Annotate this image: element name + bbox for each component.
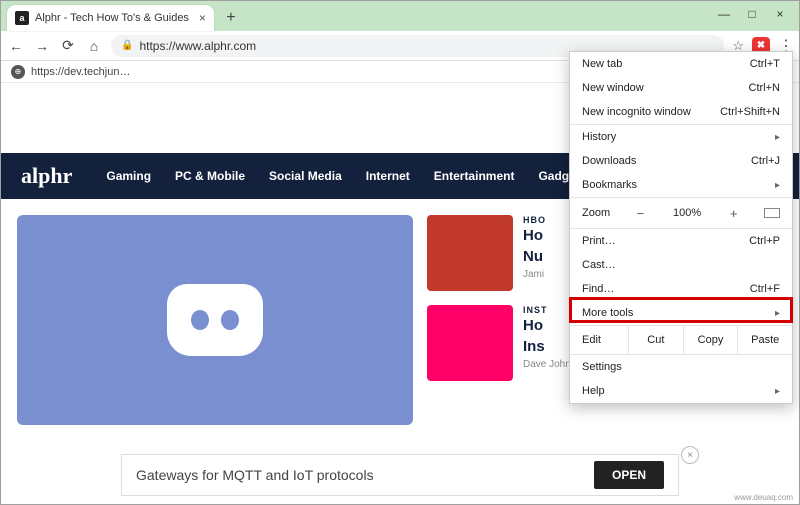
menu-new-window[interactable]: New windowCtrl+N	[570, 76, 792, 100]
menu-help[interactable]: Help▸	[570, 379, 792, 403]
hero-article[interactable]	[17, 215, 413, 425]
edit-label: Edit	[570, 334, 628, 346]
tab-close-icon[interactable]: ×	[199, 11, 206, 25]
copy-button[interactable]: Copy	[683, 326, 738, 354]
zoom-label: Zoom	[582, 207, 610, 219]
menu-zoom-row: Zoom − 100% +	[570, 198, 792, 228]
menu-more-tools[interactable]: More tools▸	[570, 301, 792, 325]
submenu-arrow-icon: ▸	[775, 132, 780, 143]
nav-item[interactable]: Social Media	[269, 169, 342, 183]
reload-button[interactable]: ⟳	[59, 37, 77, 55]
menu-print[interactable]: Print…Ctrl+P	[570, 229, 792, 253]
article-title: Nu	[523, 248, 546, 267]
zoom-in-button[interactable]: +	[726, 206, 742, 221]
zoom-value: 100%	[673, 207, 701, 219]
bookmark-favicon-icon: ⊕	[11, 65, 25, 79]
zoom-out-button[interactable]: −	[632, 206, 648, 221]
ad-cta-button[interactable]: OPEN	[594, 461, 664, 489]
menu-settings[interactable]: Settings	[570, 355, 792, 379]
menu-find[interactable]: Find…Ctrl+F	[570, 277, 792, 301]
discord-icon	[167, 284, 263, 356]
window-controls: — □ ×	[717, 1, 799, 21]
article-title: Ho	[523, 227, 546, 246]
ad-text: Gateways for MQTT and IoT protocols	[136, 467, 374, 483]
submenu-arrow-icon: ▸	[775, 386, 780, 397]
menu-edit-row: Edit Cut Copy Paste	[570, 326, 792, 354]
menu-downloads[interactable]: DownloadsCtrl+J	[570, 149, 792, 173]
forward-button[interactable]: →	[33, 37, 51, 55]
article-byline: Jami	[523, 269, 546, 280]
menu-incognito[interactable]: New incognito windowCtrl+Shift+N	[570, 100, 792, 124]
home-button[interactable]: ⌂	[85, 37, 103, 55]
lock-icon: 🔒	[121, 40, 133, 51]
menu-history[interactable]: History▸	[570, 125, 792, 149]
menu-bookmarks[interactable]: Bookmarks▸	[570, 173, 792, 197]
tab-title: Alphr - Tech How To's & Guides	[35, 12, 189, 24]
submenu-arrow-icon: ▸	[775, 180, 780, 191]
fullscreen-icon[interactable]	[764, 208, 780, 218]
titlebar: a Alphr - Tech How To's & Guides × + — □…	[1, 1, 799, 31]
nav-item[interactable]: Internet	[366, 169, 410, 183]
article-thumbnail	[427, 305, 513, 381]
ad-close-icon[interactable]: ×	[681, 446, 699, 464]
menu-new-tab[interactable]: New tabCtrl+T	[570, 52, 792, 76]
nav-item[interactable]: Entertainment	[434, 169, 515, 183]
menu-cast[interactable]: Cast…	[570, 253, 792, 277]
url-text: https://www.alphr.com	[139, 39, 256, 53]
article-category: HBO	[523, 215, 546, 225]
nav-item[interactable]: PC & Mobile	[175, 169, 245, 183]
close-window-button[interactable]: ×	[773, 7, 787, 21]
favicon-icon: a	[15, 11, 29, 25]
cut-button[interactable]: Cut	[628, 326, 683, 354]
bookmark-item[interactable]: https://dev.techjun…	[31, 66, 130, 78]
paste-button[interactable]: Paste	[737, 326, 792, 354]
browser-tab[interactable]: a Alphr - Tech How To's & Guides ×	[7, 5, 214, 31]
new-tab-button[interactable]: +	[222, 9, 240, 27]
watermark: www.deuaq.com	[732, 493, 795, 502]
browser-main-menu: New tabCtrl+T New windowCtrl+N New incog…	[569, 51, 793, 404]
submenu-arrow-icon: ▸	[775, 308, 780, 319]
nav-item[interactable]: Gaming	[106, 169, 151, 183]
back-button[interactable]: ←	[7, 37, 25, 55]
site-logo[interactable]: alphr	[21, 163, 72, 189]
minimize-button[interactable]: —	[717, 7, 731, 21]
article-thumbnail	[427, 215, 513, 291]
ad-banner[interactable]: Gateways for MQTT and IoT protocols OPEN	[121, 454, 679, 496]
maximize-button[interactable]: □	[745, 7, 759, 21]
browser-window: a Alphr - Tech How To's & Guides × + — □…	[0, 0, 800, 505]
